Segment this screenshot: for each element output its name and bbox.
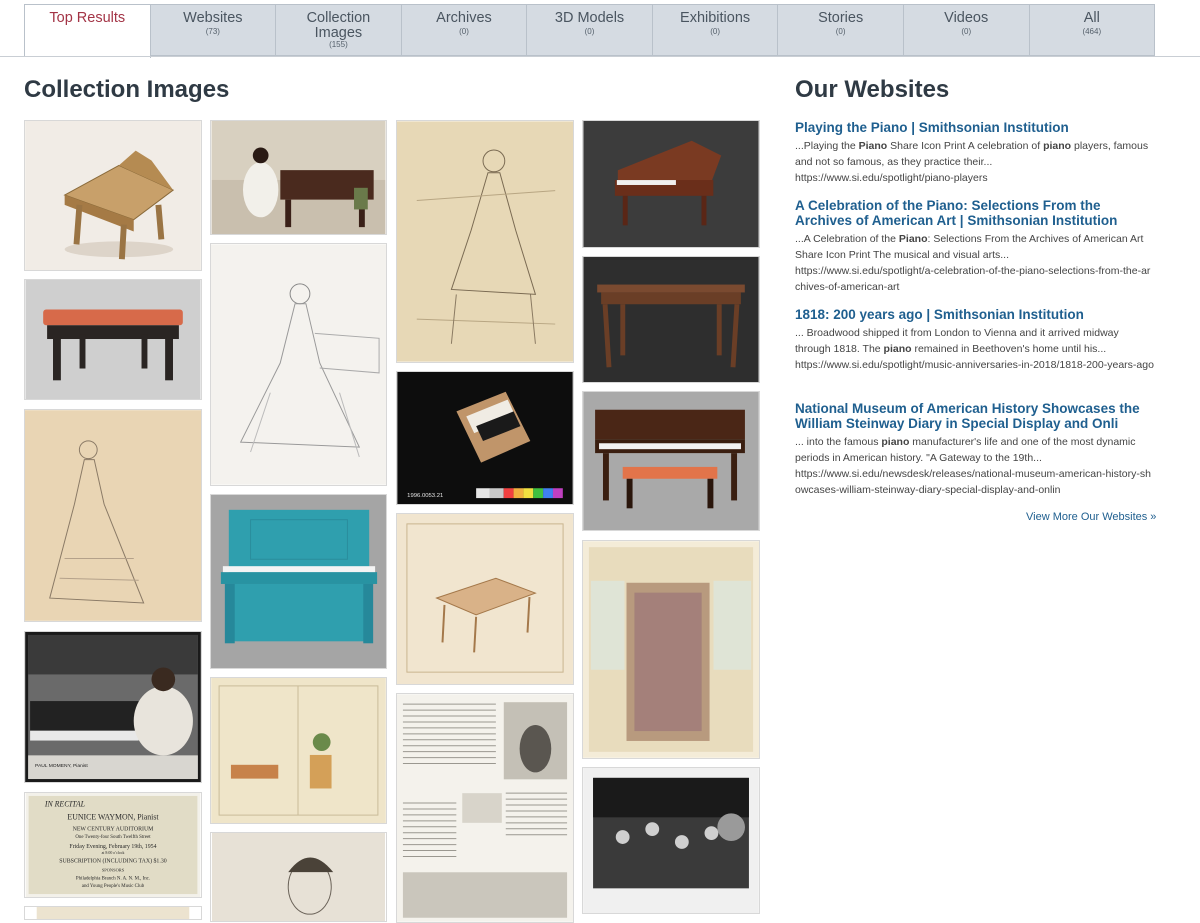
tab-archives[interactable]: Archives (0): [402, 5, 528, 55]
website-result: Playing the Piano | Smithsonian Institut…: [795, 120, 1155, 186]
website-result-url: https://www.si.edu/spotlight/a-celebrati…: [795, 265, 1151, 293]
image-painting-woman-at-piano[interactable]: [210, 120, 387, 235]
website-result-url: https://www.si.edu/spotlight/piano-playe…: [795, 172, 988, 184]
tab-stories[interactable]: Stories (0): [778, 5, 904, 55]
tab-label: Websites: [183, 10, 243, 26]
tab-label: Archives: [436, 10, 492, 26]
recital-line-4: One Twenty-four South Twelfth Street: [75, 835, 151, 840]
tab-label: Top Results: [49, 10, 126, 26]
image-floor-plan-drawing[interactable]: [582, 540, 760, 759]
image-piano-bench-red-top[interactable]: [24, 279, 202, 400]
tab-label: Collection Images: [306, 10, 371, 41]
tab-count: (0): [584, 26, 595, 36]
website-result-title[interactable]: A Celebration of the Piano: Selections F…: [795, 198, 1155, 228]
image-newspaper-page[interactable]: [396, 693, 574, 923]
recital-line-8: SPONSORS: [102, 867, 125, 872]
recital-line-1: IN RECITAL: [44, 800, 85, 809]
our-websites-heading: Our Websites: [795, 76, 950, 103]
image-sketch-woman-seated-back[interactable]: [396, 120, 574, 363]
collection-images-heading: Collection Images: [24, 76, 230, 103]
website-result-title[interactable]: National Museum of American History Show…: [795, 401, 1155, 431]
tab-count: (0): [459, 26, 469, 36]
tab-label: Videos: [944, 10, 989, 26]
image-sketch-woman-portrait[interactable]: [210, 832, 387, 922]
website-result-title[interactable]: Playing the Piano | Smithsonian Institut…: [795, 120, 1155, 135]
website-result-url: https://www.si.edu/newsdesk/releases/nat…: [795, 468, 1151, 496]
website-result-snippet: ... into the famous piano manufacturer's…: [795, 436, 1136, 464]
recital-line-9: Philadelphia Branch N. A. N. M., Inc.: [76, 876, 150, 881]
tab-count: (464): [1082, 26, 1102, 36]
tab-label: Stories: [818, 10, 864, 26]
image-piano-design-watercolor[interactable]: [396, 513, 574, 685]
website-result: 1818: 200 years ago | Smithsonian Instit…: [795, 307, 1155, 373]
tab-top-results[interactable]: Top Results: [25, 5, 151, 58]
website-result: A Celebration of the Piano: Selections F…: [795, 198, 1155, 295]
poster-caption: PAUL MOMENY, Pianist: [35, 763, 88, 769]
view-more-websites-link[interactable]: View More Our Websites »: [1026, 511, 1156, 523]
result-tabs: Top Results Websites (73) Collection Imag…: [24, 4, 1155, 58]
tab-count: (0): [961, 26, 972, 36]
tab-websites[interactable]: Websites (73): [151, 5, 277, 55]
recital-line-10: and Young People's Music Club: [82, 884, 145, 889]
image-sketch-woman-gown[interactable]: [24, 409, 202, 622]
keyboard-tag: 1996.0053.21: [407, 493, 443, 499]
website-result: National Museum of American History Show…: [795, 401, 1155, 498]
tab-count: (0): [835, 26, 846, 36]
tab-label: Exhibitions: [680, 10, 751, 26]
tab-collection-images[interactable]: Collection Images (155): [276, 5, 402, 55]
tab-label: All: [1083, 10, 1100, 26]
image-recital-ticket[interactable]: IN RECITAL EUNICE WAYMON, Pianist NEW CE…: [24, 792, 202, 898]
image-wooden-console-table[interactable]: [582, 256, 760, 383]
image-miniature-keyboard[interactable]: 1996.0053.21: [396, 371, 574, 505]
tab-exhibitions[interactable]: Exhibitions (0): [653, 5, 779, 55]
website-result-snippet: ...Playing the Piano Share Icon Print A …: [795, 140, 1149, 168]
tab-count: (73): [205, 26, 220, 36]
tab-3d-models[interactable]: 3D Models (0): [527, 5, 653, 55]
recital-line-2: EUNICE WAYMON, Pianist: [67, 812, 159, 821]
recital-line-6: at 8:00 o'clock: [102, 851, 125, 855]
recital-line-7: SUBSCRIPTION (INCLUDING TAX) $1.30: [59, 858, 167, 865]
tab-divider: [0, 56, 1200, 57]
image-ornate-miniature-piano[interactable]: [24, 120, 202, 271]
image-photo-orchestra[interactable]: [582, 767, 760, 914]
tab-count: (155): [329, 40, 348, 49]
website-result-snippet: ...A Celebration of the Piano: Selection…: [795, 233, 1144, 261]
image-photo-pianist-poster[interactable]: PAUL MOMENY, Pianist: [24, 631, 202, 783]
tab-count: (0): [710, 26, 720, 36]
recital-line-5: Friday Evening, February 19th, 1954: [69, 844, 156, 850]
website-result-title[interactable]: 1818: 200 years ago | Smithsonian Instit…: [795, 307, 1155, 322]
image-grand-piano-with-bench[interactable]: [582, 391, 760, 531]
recital-line-3: NEW CENTURY AUDITORIUM: [73, 826, 155, 832]
tab-videos[interactable]: Videos (0): [904, 5, 1030, 55]
image-grand-piano-dark-bg[interactable]: [582, 120, 760, 248]
website-result-snippet: ... Broadwood shipped it from London to …: [795, 327, 1119, 355]
tab-all[interactable]: All (464): [1030, 5, 1155, 55]
website-result-url: https://www.si.edu/spotlight/music-anniv…: [795, 359, 1154, 371]
image-sketch-woman-at-piano[interactable]: [210, 243, 387, 486]
image-interior-design-drawing[interactable]: [210, 677, 387, 824]
tab-label: 3D Models: [554, 10, 625, 26]
image-turquoise-upright-piano[interactable]: [210, 494, 387, 669]
